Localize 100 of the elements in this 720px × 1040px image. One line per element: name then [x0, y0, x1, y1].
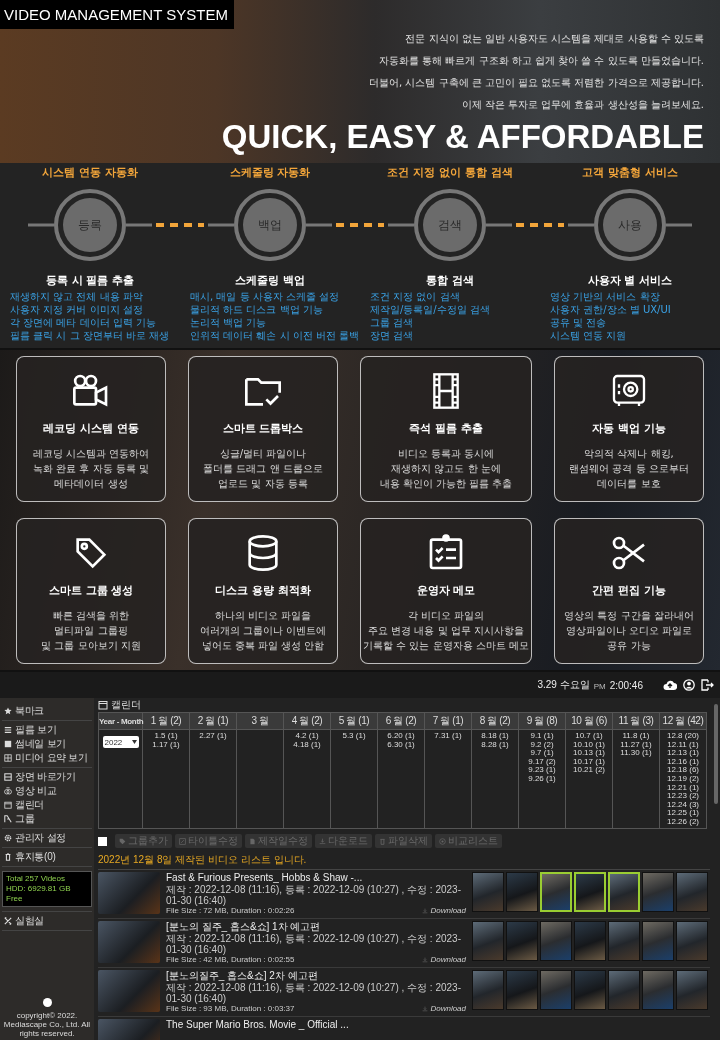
sidebar-item[interactable]: 썸네일 보기: [2, 737, 92, 751]
intro-text: 자동화를 통해 빠르게 구조화 하고 쉽게 찾아 쓸 수 있도록 만들었습니다.: [379, 54, 704, 68]
calendar-entry[interactable]: 12.25 (1): [667, 809, 699, 818]
calendar-entry[interactable]: 9.23 (1): [528, 766, 556, 775]
calendar-entry[interactable]: 9.17 (2): [528, 757, 556, 767]
settings-icon: [4, 834, 12, 842]
calendar-entry[interactable]: 9.26 (1): [528, 774, 556, 784]
sidebar-item[interactable]: 실험실: [2, 914, 92, 928]
clock-date: 3.29 수요일: [537, 678, 590, 692]
calendar-entry[interactable]: 9.1 (1): [530, 732, 554, 741]
calendar-entry[interactable]: 9.7 (1): [530, 749, 554, 758]
sidebar-item[interactable]: 캘린더: [2, 798, 92, 812]
calendar-entry[interactable]: 4.2 (1): [295, 732, 319, 741]
download-link[interactable]: Download: [422, 1004, 466, 1014]
calendar-entry[interactable]: 12.23 (2): [667, 792, 699, 801]
video-file-info: File Size : 72 MB, Duration : 0:02:26: [166, 906, 295, 916]
cloud-upload-icon[interactable]: [663, 679, 677, 691]
sidebar-item[interactable]: 그룹: [2, 812, 92, 826]
sidebar-item[interactable]: 휴지통(0): [2, 850, 92, 864]
sidebar-item[interactable]: 장면 바로가기: [2, 770, 92, 784]
film-frame[interactable]: [540, 872, 572, 912]
sidebar-item[interactable]: 영상 비교: [2, 784, 92, 798]
step-label: 사용: [617, 218, 643, 232]
user-icon[interactable]: [683, 679, 695, 691]
calendar-entry[interactable]: 11.30 (1): [620, 749, 652, 758]
sidebar-label: 미디어 요약 보기: [15, 752, 88, 764]
calendar-entry[interactable]: 6.20 (1): [387, 732, 415, 741]
calendar-entry[interactable]: 1.17 (1): [152, 740, 180, 750]
month-header: 12 월 (42): [661, 714, 705, 728]
sidebar-item[interactable]: 미디어 요약 보기: [2, 751, 92, 765]
sidebar-label: 관리자 설정: [15, 832, 66, 844]
logout-icon[interactable]: [701, 679, 714, 691]
calendar-entry[interactable]: 7.31 (1): [434, 732, 462, 741]
download-link[interactable]: Download: [422, 906, 466, 916]
calendar-entry[interactable]: 11.27 (1): [620, 740, 652, 750]
intro-text: 이제 작은 투자로 업무에 효율과 생산성을 늘려보세요.: [461, 98, 704, 112]
calendar-entry[interactable]: 10.21 (2): [573, 766, 605, 775]
month-header: 3 월: [250, 714, 270, 728]
calendar-entry[interactable]: 12.18 (6): [667, 766, 699, 775]
calendar-entry[interactable]: 12.13 (1): [667, 749, 699, 758]
sidebar-item[interactable]: 북마크: [2, 704, 92, 718]
calendar-icon: [98, 700, 108, 710]
calendar-entry[interactable]: 8.28 (1): [481, 740, 509, 750]
step-label: 백업: [257, 218, 283, 232]
calendar-entry[interactable]: 10.13 (1): [573, 749, 605, 758]
calendar-entry[interactable]: 12.16 (1): [667, 757, 699, 767]
calendar-entry[interactable]: 12.8 (20): [667, 732, 699, 741]
sidebar-item[interactable]: 필름 보기: [2, 723, 92, 737]
calendar-entry[interactable]: 8.18 (1): [481, 732, 509, 741]
sidebar-label: 휴지통(0): [15, 851, 56, 863]
calendar-entry[interactable]: 5.3 (1): [342, 732, 366, 741]
year-select[interactable]: 2022: [102, 736, 139, 748]
calendar-entry[interactable]: 4.18 (1): [293, 740, 321, 750]
calendar-entry[interactable]: 6.30 (1): [387, 740, 415, 750]
edit-icon: [179, 837, 186, 845]
list-caption: 2022년 12월 8일 제작된 비디오 리스트 입니다.: [98, 851, 710, 870]
video-title[interactable]: [분노의 질주_ 홉스&쇼] 1차 예고편: [166, 921, 466, 933]
intro-text: 더불어, 시스템 구축에 큰 고민이 필요 없도록 저렴한 가격으로 제공합니다.: [369, 76, 704, 90]
calendar-entry[interactable]: 10.10 (1): [573, 740, 605, 750]
feature-text: 각 비디오 파일의: [407, 609, 485, 623]
download-link[interactable]: Download: [422, 955, 466, 965]
video-dates: 제작 : 2022-12-08 (11:16), 등록 : 2022-12-09 (10:27) , 수정 : 2023-01-30 (16:40): [166, 884, 462, 906]
video-thumbnail[interactable]: [98, 970, 160, 1012]
calendar-entry[interactable]: 12.11 (1): [667, 740, 699, 750]
tools-icon: [4, 917, 12, 925]
calendar-entry[interactable]: 10.7 (1): [575, 732, 603, 741]
video-title[interactable]: [분노의질주_ 홉스&쇼] 2차 예고편: [166, 970, 466, 982]
step-title: 사용자 별 서비스: [586, 274, 674, 288]
calendar-entry[interactable]: 12.24 (3): [667, 800, 699, 810]
calendar-entry[interactable]: 12.26 (2): [667, 817, 699, 827]
film-frame[interactable]: [608, 872, 640, 912]
calendar-entry[interactable]: 12.21 (1): [667, 783, 699, 793]
tag-icon: [119, 837, 126, 845]
column-header: Year - Month: [99, 716, 142, 726]
scrollbar[interactable]: [714, 704, 718, 804]
step-point: 영상 기반의 서비스 확장: [550, 290, 661, 303]
calendar-entry[interactable]: 12.19 (2): [667, 774, 699, 784]
feature-text: 랜섬웨어 공격 등 으로부터: [569, 462, 689, 476]
video-title[interactable]: Fast & Furious Presents_ Hobbs & Shaw -...: [166, 872, 466, 884]
select-all-checkbox[interactable]: [98, 836, 107, 846]
video-title[interactable]: The Super Mario Bros. Movie _ Official ...: [166, 1019, 466, 1031]
video-thumbnail[interactable]: [98, 872, 160, 914]
calendar-entry[interactable]: 2.27 (1): [199, 732, 227, 741]
step-title: 스케줄링 백업: [234, 274, 306, 288]
video-thumbnail[interactable]: [98, 921, 160, 963]
calendar-entry[interactable]: 1.5 (1): [154, 732, 178, 741]
month-header: 9 월 (8): [525, 714, 559, 728]
calendar-entry[interactable]: 10.17 (1): [573, 757, 605, 767]
headline: QUICK, EASY & AFFORDABLE: [221, 119, 704, 155]
feature-title: 스마트 드롭박스: [222, 421, 304, 436]
step-label: 검색: [437, 218, 463, 232]
circle-icon[interactable]: [42, 998, 52, 1007]
sidebar-item[interactable]: 관리자 설정: [2, 831, 92, 845]
film-frame[interactable]: [574, 872, 606, 912]
step-category: 조건 지정 없이 통합 검색: [386, 166, 514, 180]
step-point: 재생하지 않고 전체 내용 파악: [10, 290, 144, 303]
feature-title: 즉석 필름 추출: [409, 421, 483, 436]
calendar-entry[interactable]: 9.2 (2): [530, 740, 554, 750]
step-point: 장면 검색: [370, 329, 415, 342]
calendar-entry[interactable]: 11.8 (1): [622, 732, 650, 741]
